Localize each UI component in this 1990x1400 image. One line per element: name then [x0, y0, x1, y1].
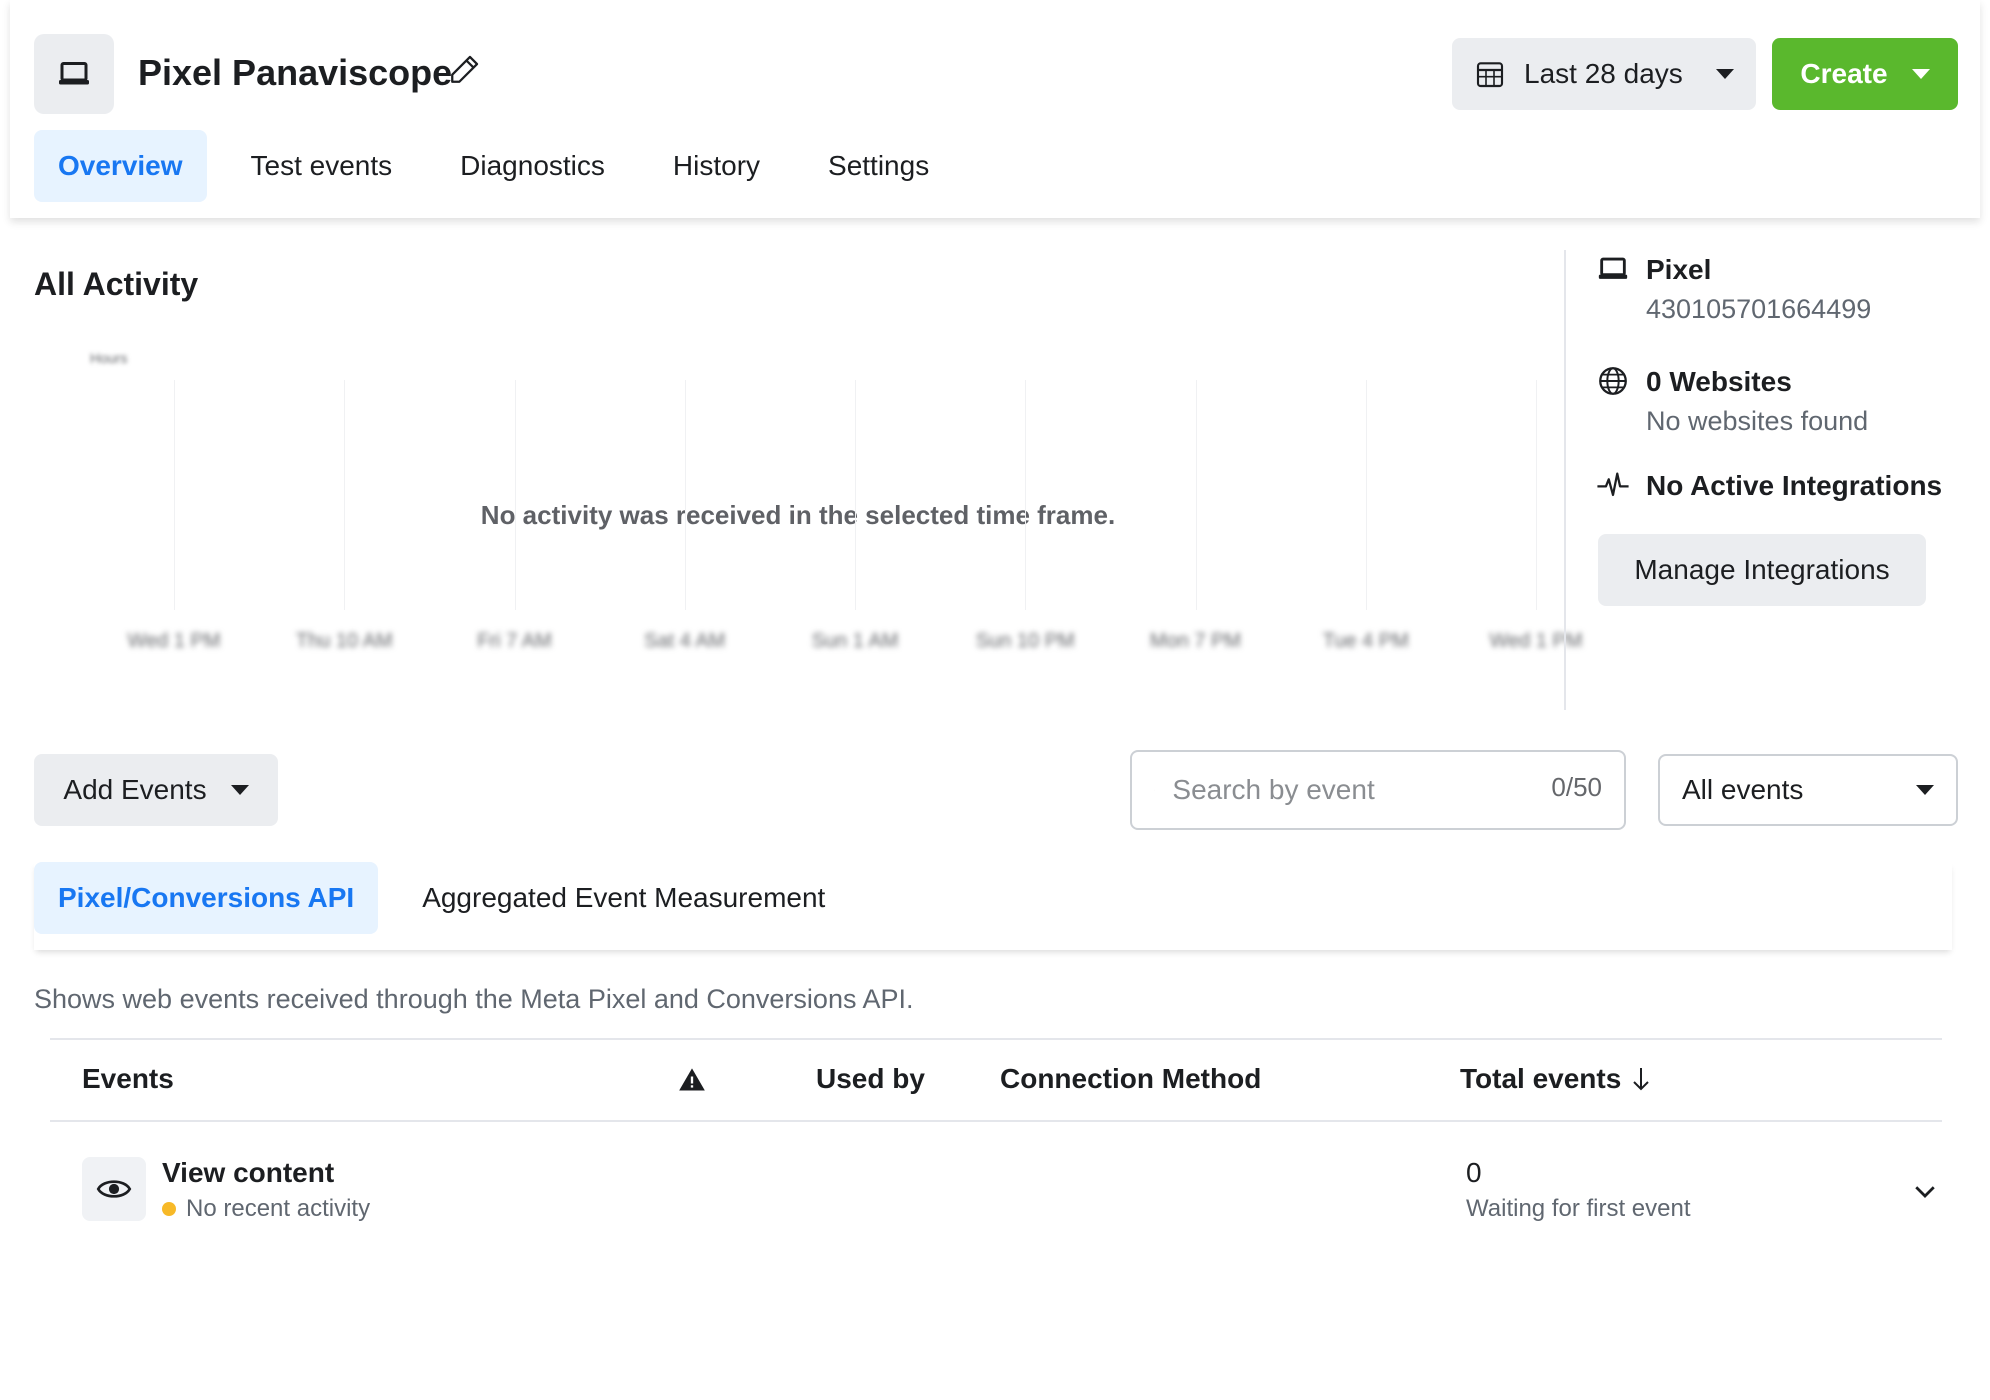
event-status: No recent activity [162, 1195, 370, 1223]
x-tick-label: Tue 4 PM [1322, 630, 1409, 652]
chevron-down-icon[interactable] [1910, 1176, 1940, 1206]
chart-gridline [514, 380, 516, 610]
chevron-down-icon [1916, 785, 1934, 795]
websites-status: No websites found [1646, 406, 1869, 436]
x-tick-label: Thu 10 AM [295, 630, 393, 652]
event-status-label: No recent activity [186, 1195, 371, 1222]
event-total-status: Waiting for first event [1466, 1195, 1691, 1222]
date-range-button[interactable]: Last 28 days [1452, 38, 1756, 110]
empty-state-message: No activity was received in the selected… [480, 500, 1116, 530]
tab-diagnostics[interactable]: Diagnostics [436, 130, 629, 202]
add-events-button[interactable]: Add Events [34, 754, 278, 826]
chevron-down-icon [1716, 69, 1734, 79]
activity-title: All Activity [34, 266, 199, 302]
tab-history[interactable]: History [649, 130, 784, 202]
warning-icon[interactable] [678, 1066, 706, 1094]
pixel-avatar [34, 34, 114, 114]
pixel-label: Pixel [1646, 254, 1712, 285]
column-header-total-events[interactable]: Total events [1460, 1063, 1653, 1095]
chart-gridline [1025, 380, 1027, 610]
activity-chart: Hours No activity was received in the se… [90, 330, 1583, 660]
table-top-divider [50, 1038, 1942, 1040]
x-tick-label: Wed 1 PM [1489, 630, 1583, 652]
divider [1564, 250, 1566, 710]
chart-gridline [1536, 380, 1537, 610]
column-header-used-by: Used by [816, 1063, 925, 1094]
column-header-events: Events [82, 1063, 174, 1094]
globe-icon [1599, 367, 1627, 395]
search-input[interactable] [1172, 774, 1534, 806]
search-char-counter: 0/50 [1551, 771, 1602, 802]
tab-aggregated-event-measurement[interactable]: Aggregated Event Measurement [398, 862, 849, 934]
pencil-icon[interactable] [448, 52, 482, 86]
tab-settings[interactable]: Settings [804, 130, 953, 202]
status-dot [162, 1202, 176, 1216]
x-tick-label: Wed 1 PM [127, 630, 221, 652]
websites-count: 0 Websites [1646, 366, 1792, 397]
arrow-down-icon [1633, 1068, 1650, 1091]
x-tick-label: Sat 4 AM [644, 630, 726, 652]
x-tick-label: Sun 10 PM [975, 630, 1075, 652]
source-tabs: Pixel/Conversions API Aggregated Event M… [34, 862, 849, 934]
tab-overview[interactable]: Overview [34, 130, 207, 202]
integrations-status: No Active Integrations [1646, 470, 1943, 501]
chart-gridline [855, 380, 856, 610]
create-button[interactable]: Create [1772, 38, 1958, 110]
event-name[interactable]: View content [162, 1157, 334, 1189]
add-events-label: Add Events [63, 774, 207, 805]
event-search: 0/50 [1130, 750, 1626, 830]
chart-gridline [344, 380, 346, 610]
table-header-divider [50, 1120, 1942, 1122]
event-filter-value: All events [1682, 774, 1804, 805]
chevron-down-icon [230, 785, 249, 795]
main-tabs: Overview Test events Diagnostics History… [34, 130, 953, 202]
x-tick-label: Sun 1 AM [811, 630, 899, 652]
total-events-label: Total events [1460, 1063, 1622, 1094]
event-total: 0 [1466, 1157, 1482, 1188]
pixel-id: 430105701664499 [1646, 294, 1872, 324]
x-tick-label: Fri 7 AM [477, 630, 552, 652]
event-filter-select[interactable]: All events [1658, 754, 1958, 826]
events-description: Shows web events received through the Me… [34, 984, 914, 1014]
activity-pulse-icon [1597, 472, 1629, 497]
create-label: Create [1800, 58, 1888, 89]
x-tick-label: Mon 7 PM [1149, 630, 1242, 652]
page-title: Pixel Panaviscope [138, 52, 453, 93]
column-header-connection-method: Connection Method [1000, 1063, 1262, 1094]
tab-pixel-conversions-api[interactable]: Pixel/Conversions API [34, 862, 379, 934]
chart-gridline [174, 380, 175, 610]
chevron-down-icon [1911, 69, 1930, 79]
event-avatar [82, 1157, 146, 1221]
chart-gridline [1365, 380, 1367, 610]
y-axis-label: Hours [90, 350, 128, 366]
calendar-icon [1476, 62, 1504, 88]
tab-test-events[interactable]: Test events [227, 130, 417, 202]
chart-gridline [1195, 380, 1197, 610]
manage-integrations-button[interactable]: Manage Integrations [1598, 534, 1926, 606]
laptop-icon [1598, 257, 1628, 279]
chart-gridline [684, 380, 686, 610]
laptop-icon [59, 62, 89, 85]
date-range-label: Last 28 days [1524, 58, 1683, 89]
eye-icon [96, 1180, 132, 1198]
